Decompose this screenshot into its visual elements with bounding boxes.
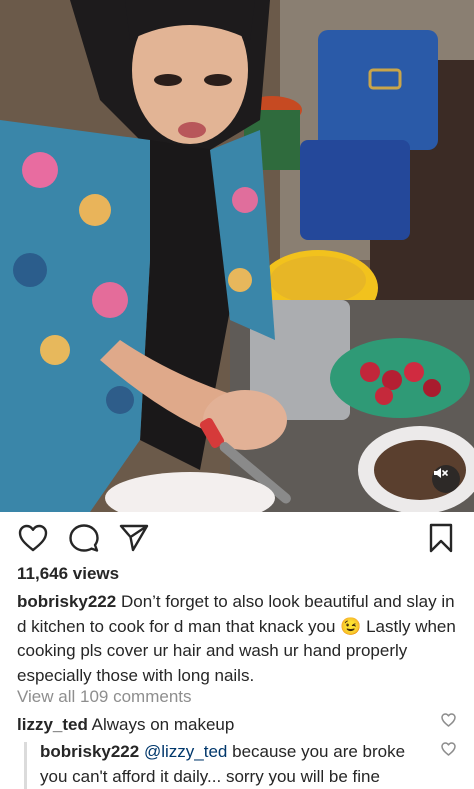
heart-icon xyxy=(18,524,48,552)
comment-item: lizzy_ted Always on makeup xyxy=(17,713,457,737)
comment-like-button[interactable] xyxy=(441,713,456,732)
post-action-bar xyxy=(0,514,474,562)
view-all-comments-link[interactable]: View all 109 comments xyxy=(17,687,192,707)
reply-username[interactable]: bobrisky222 xyxy=(40,742,139,761)
bookmark-icon xyxy=(429,523,453,553)
reply-mention[interactable]: @lizzy_ted xyxy=(144,742,227,761)
save-button[interactable] xyxy=(425,522,457,554)
reply-like-button[interactable] xyxy=(441,742,456,761)
comment-bubble-icon xyxy=(69,524,99,552)
video-frame-illustration xyxy=(0,0,474,512)
reply-thread-line xyxy=(24,742,27,789)
heart-icon xyxy=(441,742,456,756)
heart-icon xyxy=(441,713,456,727)
post-caption: bobrisky222 Don’t forget to also look be… xyxy=(17,590,465,688)
caption-username[interactable]: bobrisky222 xyxy=(17,592,116,611)
mute-button[interactable] xyxy=(432,465,460,493)
reply-item: bobrisky222 @lizzy_ted because you are b… xyxy=(40,740,430,789)
comment-button[interactable] xyxy=(68,522,100,554)
speaker-muted-icon xyxy=(434,468,448,478)
post-video[interactable] xyxy=(0,0,474,512)
share-button[interactable] xyxy=(118,522,150,554)
view-count: 11,646 views xyxy=(17,564,120,583)
paper-plane-icon xyxy=(119,524,149,552)
like-button[interactable] xyxy=(17,522,49,554)
comment-text: Always on makeup xyxy=(91,715,235,734)
comment-username[interactable]: lizzy_ted xyxy=(17,715,88,734)
